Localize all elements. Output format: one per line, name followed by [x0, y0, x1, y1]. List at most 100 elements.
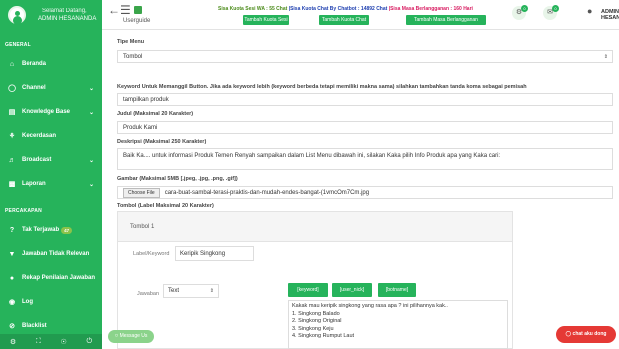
sidebar-item-channel[interactable]: ◯ Channel ⌄	[0, 76, 102, 100]
eye-icon[interactable]: ☉	[61, 338, 67, 346]
sidebar-item-knowledge-base[interactable]: ▤ Knowledge Base ⌄	[0, 100, 102, 124]
sidebar-item-label: Beranda	[22, 61, 47, 67]
role-link[interactable]: Userguide	[123, 18, 150, 24]
add-session-quota-button[interactable]: Tambah Kuota Sesi	[243, 15, 289, 25]
sidebar-item-label: Jawaban Tidak Relevan	[22, 251, 90, 257]
book-icon: ▤	[8, 109, 16, 116]
chevron-down-icon: ⌄	[88, 181, 94, 188]
choose-file-button[interactable]: Choose File	[123, 187, 160, 198]
sidebar-user: Selamat Datang, ADMIN HESANANDA	[38, 7, 96, 23]
answer-line: Kakak mau keripik singkong yang rasa apa…	[292, 303, 448, 309]
message-us-button[interactable]: ○ Message Us	[108, 330, 154, 343]
quota-sesi-text: Sisa Kuota Sesi WA : 55 Chat	[218, 6, 288, 12]
chat-bubble-icon: ○	[114, 333, 119, 339]
sidebar-item-label: Knowledge Base	[22, 109, 71, 115]
question-icon: ?	[9, 226, 15, 234]
message-icon[interactable]: ✉ 0	[543, 5, 559, 20]
gambar-file-input[interactable]: Choose File cara-buat-sambal-terasi-prak…	[117, 186, 613, 199]
thumbs-down-icon: ▼	[8, 250, 16, 258]
jawaban-type-select[interactable]: Text ⇕	[163, 284, 219, 298]
sidebar-item-jawaban-tidak-relevan[interactable]: ▼ Jawaban Tidak Relevan	[0, 242, 102, 266]
add-chat-quota-button[interactable]: Tambah Kuota Chat	[319, 15, 369, 25]
chevron-down-icon: ⌄	[88, 109, 94, 116]
section-general: GENERAL	[5, 42, 31, 48]
chat-icon: ◯	[565, 331, 572, 337]
chart-icon: ▩	[8, 181, 16, 188]
chevron-down-icon: ⌄	[88, 157, 94, 164]
label-keyword-input[interactable]: Keripik Singkong	[175, 246, 254, 261]
chat-widget-button[interactable]: ◯ chat aku dong	[556, 326, 616, 343]
settings-icon[interactable]: ⚙	[10, 338, 16, 346]
top-bar: ← ☰ Userguide Sisa Kuota Sesi WA : 55 Ch…	[102, 0, 619, 30]
section-percakapan: PERCAKAPAN	[5, 208, 42, 214]
answer-line: 1. Singkong Balado	[292, 310, 340, 317]
tombol-1-title: Tombol 1	[118, 212, 512, 242]
avatar[interactable]	[8, 6, 26, 24]
channel-icon: ◯	[8, 85, 16, 92]
sidebar-item-tak-terjawab[interactable]: ? Tak Terjawab 47	[0, 218, 102, 242]
chevron-down-icon: ⌄	[88, 85, 94, 92]
blacklist-icon: ⊘	[9, 323, 15, 330]
sidebar-item-label: Blacklist	[22, 323, 47, 329]
answer-line: 2. Singkong Original	[292, 318, 342, 324]
quota-info: Sisa Kuota Sesi WA : 55 Chat |Sisa Kuota…	[218, 6, 473, 12]
tipe-menu-select[interactable]: Tombol ⇕	[117, 50, 613, 63]
chat-widget-label: chat aku dong	[572, 331, 607, 337]
jawaban-label: Jawaban	[137, 291, 160, 297]
judul-label: Judul (Maksimal 20 Karakter)	[117, 111, 194, 117]
sidebar-item-label: Log	[22, 299, 33, 305]
menu-icon[interactable]: ☰	[120, 3, 131, 17]
sidebar-item-broadcast[interactable]: ♬ Broadcast ⌄	[0, 148, 102, 172]
sidebar-item-label: Channel	[22, 85, 46, 91]
user-menu[interactable]: ADMIN HESANANDA	[601, 9, 619, 21]
insert-user-nick-button[interactable]: [user_nick]	[332, 283, 372, 297]
sidebar-footer: ⚙ ⛶ ☉ ⏻	[0, 334, 102, 349]
jawaban-type-value: Text	[168, 288, 180, 294]
answer-line: 3. Singkong Keju	[292, 325, 334, 332]
tombol-label: Tombol (Label Maksimal 20 Karakter)	[117, 203, 214, 209]
sidebar-item-label: Kecerdasan	[22, 133, 57, 139]
answer-line: 4. Singkong Rumput Laut	[292, 333, 355, 339]
insert-botname-button[interactable]: [botname]	[378, 283, 416, 297]
sidebar-item-label: Laporan	[22, 181, 46, 187]
tipe-menu-value: Tombol	[123, 53, 143, 60]
label-keyword-label: Label/Keyword	[133, 251, 170, 257]
sidebar-item-label: Broadcast	[22, 157, 52, 163]
deskripsi-textarea[interactable]: Baik Ka.... untuk informasi Produk Temen…	[117, 148, 613, 170]
jawaban-textarea[interactable]: Kakak mau keripik singkong yang rasa apa…	[288, 300, 508, 349]
count-badge: 47	[61, 226, 73, 234]
sidebar-item-log[interactable]: ◉ Log	[0, 290, 102, 314]
sidebar-item-label: Rekap Penilaian Jawaban	[22, 275, 96, 281]
home-icon: ⌂	[9, 60, 15, 68]
file-name: cara-buat-sambal-terasi-praktis-dan-muda…	[164, 189, 370, 196]
sidebar-item-kecerdasan[interactable]: ⚘ Kecerdasan	[0, 124, 102, 148]
sidebar-item-rekap-penilaian[interactable]: ● Rekap Penilaian Jawaban	[0, 266, 102, 290]
greeting-text: Selamat Datang,	[42, 8, 87, 14]
quota-chat-text: |Sisa Kuota Chat By Chatbot : 14892 Chat	[288, 6, 388, 12]
brain-icon: ⚘	[8, 133, 16, 140]
sidebar-item-laporan[interactable]: ▩ Laporan ⌄	[0, 172, 102, 196]
insert-keyword-button[interactable]: [keyword]	[288, 283, 328, 297]
message-us-label: Message Us	[119, 333, 148, 339]
fullscreen-icon[interactable]: ⛶	[36, 338, 41, 346]
power-icon[interactable]: ⏻	[87, 338, 93, 346]
sidebar-item-beranda[interactable]: ⌂ Beranda	[0, 52, 102, 76]
judul-input[interactable]: Produk Kami	[117, 121, 613, 134]
notification-bell-icon[interactable]: ⚙ 0	[512, 5, 528, 20]
deskripsi-label: Deskripsi (Maksimal 250 Karakter)	[117, 139, 207, 145]
keyword-label: Keyword Untuk Memanggil Button. Jika ada…	[117, 84, 527, 90]
keyword-input[interactable]: tampilkan produk	[117, 93, 613, 106]
select-arrow-icon: ⇕	[603, 53, 608, 60]
sidebar-header: Selamat Datang, ADMIN HESANANDA	[0, 0, 102, 30]
add-subscription-button[interactable]: Tambah Masa Berlangganan	[406, 15, 486, 25]
select-arrow-icon: ⇕	[209, 288, 214, 294]
sidebar-username: ADMIN HESANANDA	[38, 16, 97, 22]
message-count: 0	[552, 5, 559, 12]
logo-icon	[134, 6, 142, 14]
tipe-menu-label: Tipe Menu	[117, 39, 145, 45]
broadcast-icon: ♬	[8, 156, 16, 164]
notification-count: 0	[521, 5, 528, 12]
sidebar-item-label: Tak Terjawab	[22, 227, 60, 233]
sidebar: Selamat Datang, ADMIN HESANANDA GENERAL …	[0, 0, 102, 349]
back-arrow-icon[interactable]: ←	[108, 3, 120, 17]
